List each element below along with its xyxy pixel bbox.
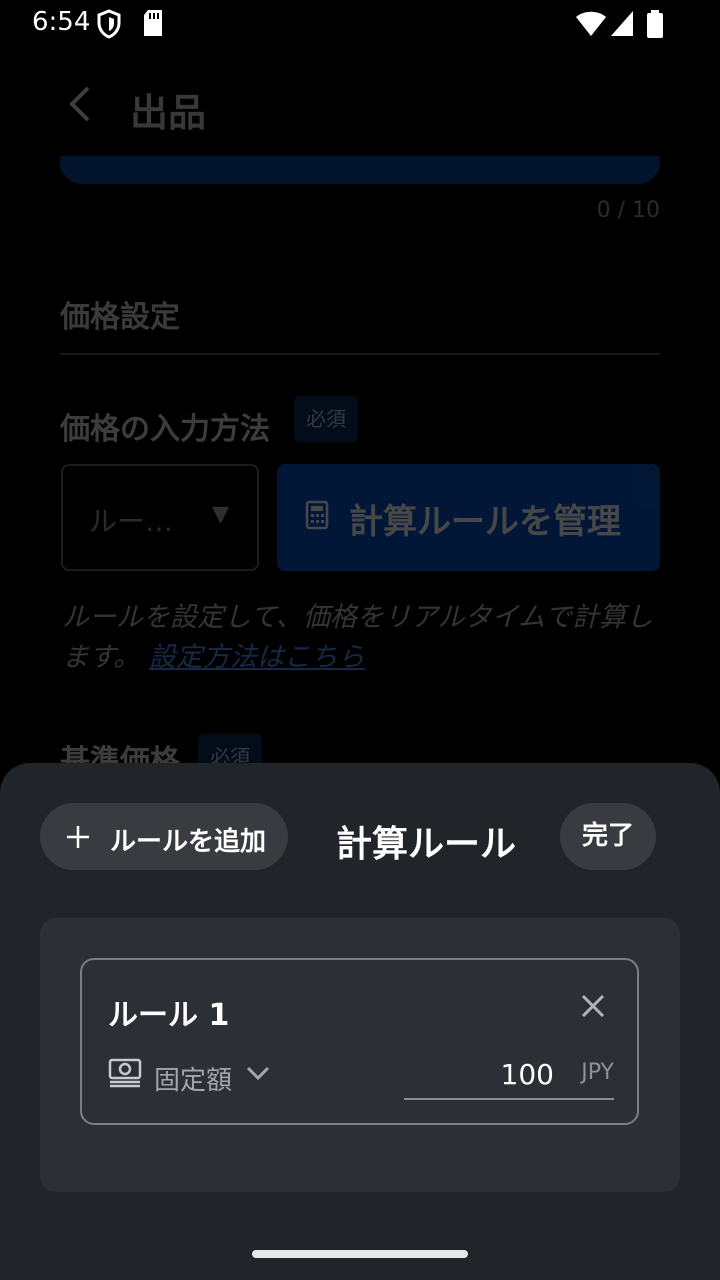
add-rule-button[interactable]: ルールを追加 <box>40 803 288 870</box>
back-arrow-icon[interactable] <box>66 84 94 124</box>
calculator-icon <box>305 500 329 530</box>
amount-input[interactable]: 100 JPY <box>404 1052 614 1100</box>
rule-type-select[interactable]: 固定額 <box>154 1060 232 1097</box>
price-method-value: ルー… <box>89 505 174 538</box>
calculation-rules-sheet: ルールを追加 計算ルール 完了 ルール 1 固定額 100 JPY <box>0 763 720 1280</box>
plus-icon <box>67 826 89 848</box>
page-title: 出品 <box>130 91 207 135</box>
home-indicator[interactable] <box>252 1250 468 1258</box>
status-bar: 6:54 <box>0 0 720 48</box>
dropdown-caret-icon: ▼ <box>212 502 229 527</box>
sheet-title: 計算ルール <box>336 824 517 865</box>
required-badge: 必須 <box>294 396 358 442</box>
money-icon <box>108 1058 142 1088</box>
currency-unit: JPY <box>581 1060 614 1085</box>
section-divider <box>60 353 660 355</box>
signal-icon <box>611 11 633 36</box>
battery-icon <box>647 10 663 38</box>
rule-name: ルール 1 <box>108 998 230 1033</box>
price-input-method-label: 価格の入力方法 <box>60 412 270 447</box>
close-icon[interactable] <box>580 993 606 1019</box>
chevron-down-icon[interactable] <box>245 1063 271 1083</box>
help-text: ルールを設定して、価格をリアルタイムで計算します。 設定方法はこちら <box>62 598 662 678</box>
shield-icon <box>97 9 121 39</box>
photo-upload-area[interactable] <box>60 156 660 184</box>
amount-value[interactable]: 100 <box>501 1058 554 1091</box>
status-time: 6:54 <box>32 7 91 37</box>
help-link[interactable]: 設定方法はこちら <box>149 642 365 673</box>
add-rule-label: ルールを追加 <box>110 827 267 857</box>
wifi-icon <box>576 11 606 36</box>
manage-rules-button[interactable]: 計算ルールを管理 <box>277 464 660 571</box>
rule-card: ルール 1 固定額 100 JPY <box>80 958 639 1125</box>
background-page: 出品 0 / 10 価格設定 価格の入力方法 必須 ルー… ▼ 計算ルールを管理… <box>0 48 720 780</box>
sd-card-icon <box>144 10 162 36</box>
image-counter: 0 / 10 <box>596 198 660 223</box>
price-settings-heading: 価格設定 <box>60 300 180 335</box>
rules-list: ルール 1 固定額 100 JPY <box>40 918 680 1192</box>
done-button[interactable]: 完了 <box>560 803 656 870</box>
price-method-select[interactable]: ルー… ▼ <box>61 464 259 571</box>
manage-rules-label: 計算ルールを管理 <box>349 502 621 542</box>
